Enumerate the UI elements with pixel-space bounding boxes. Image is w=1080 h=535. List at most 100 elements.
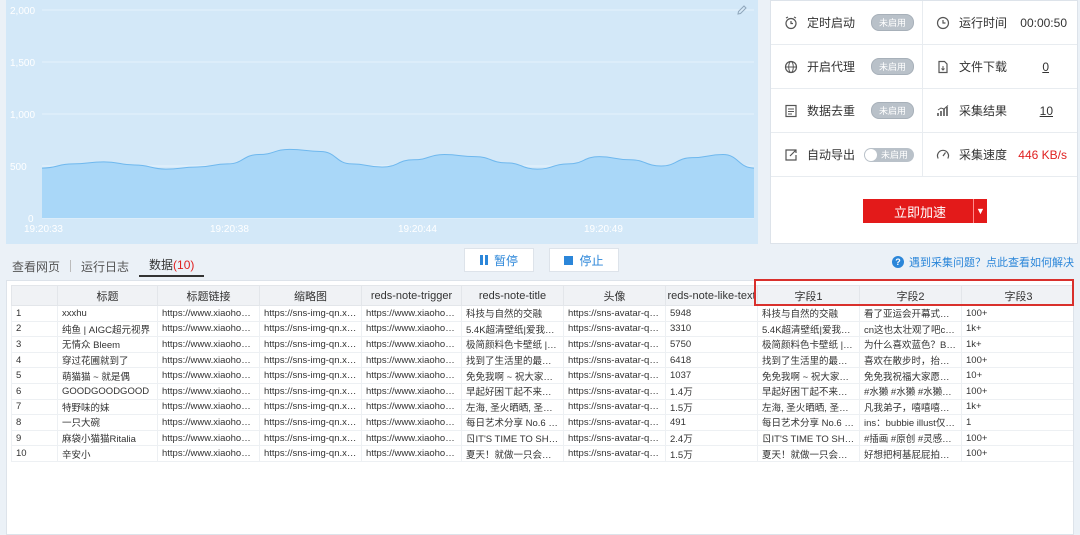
table-cell: https://www.xiaohongsh... [157, 320, 260, 338]
file-download-icon [935, 59, 951, 75]
dedupe-setting[interactable]: 数据去重 未启用 [771, 89, 923, 132]
table-cell: 夏天！就做一只会游泳... [461, 445, 564, 462]
tab-run-log[interactable]: 运行日志 [71, 258, 139, 275]
table-row[interactable]: 8 一只大碗 https://www.xiaohongsh... https://sn… [11, 414, 1073, 431]
pause-button[interactable]: 暂停 [464, 248, 534, 272]
speedometer-icon [935, 147, 951, 163]
runtime-label: 运行时间 [959, 16, 1008, 30]
stop-button[interactable]: 停止 [549, 248, 619, 272]
chevron-down-icon[interactable]: ▼ [973, 199, 987, 223]
table-cell: https://www.xiaohongsh... [157, 382, 260, 400]
table-cell: https://sns-img-qn.xhsc... [259, 414, 362, 431]
table-row[interactable]: 6 GOODGOODGOOD https://www.xiaohongsh... ht… [11, 382, 1073, 400]
x-tick-label: 19:20:44 [398, 224, 437, 235]
timer-status-badge[interactable]: 未启用 [870, 14, 914, 31]
dedupe-label: 数据去重 [807, 104, 856, 118]
column-header[interactable]: 字段2 [859, 285, 962, 306]
column-header[interactable]: 字段3 [961, 285, 1073, 306]
table-cell: 科技与自然的交融 [757, 305, 860, 322]
table-cell: 100+ [961, 429, 1073, 447]
column-header[interactable] [11, 285, 58, 306]
results-label: 采集结果 [959, 104, 1008, 118]
column-header[interactable]: reds-note-title [461, 285, 564, 306]
control-row: 自动导出 未启用 采集速度 446 KB/s [771, 133, 1077, 177]
row-index-cell: 9 [11, 429, 58, 447]
alarm-clock-icon [783, 15, 799, 31]
table-cell: 麻袋小猫猫Ritalia [57, 429, 158, 447]
table-cell: 1.5万 [665, 398, 758, 416]
globe-icon [783, 59, 799, 75]
control-row: 数据去重 未启用 采集结果 10 [771, 89, 1077, 133]
column-header[interactable]: reds-note-like-text [665, 285, 758, 306]
table-cell: https://www.xiaohongsh... [157, 305, 260, 322]
table-cell: 1k+ [961, 320, 1073, 338]
table-cell: 1k+ [961, 336, 1073, 353]
download-count-link[interactable]: 0 [1042, 60, 1049, 74]
table-row[interactable]: 1 xxxhu https://www.xiaohongsh... https://s… [11, 305, 1073, 322]
table-row[interactable]: 10 辛安小 https://www.xiaohongsh... https://sn… [11, 445, 1073, 462]
column-header[interactable]: 字段1 [757, 285, 860, 306]
boost-button[interactable]: 立即加速 [863, 199, 977, 223]
table-cell: https://sns-avatar-qc.xh... [563, 429, 666, 447]
stop-label: 停止 [579, 253, 604, 268]
table-cell: 2.4万 [665, 429, 758, 447]
export-toggle[interactable]: 未启用 [863, 147, 914, 162]
tab-data[interactable]: 数据(10) [139, 256, 205, 277]
table-cell: 一只大碗 [57, 414, 158, 431]
table-row[interactable]: 9 麻袋小猫猫Ritalia https://www.xiaohongsh... ht… [11, 429, 1073, 447]
proxy-label: 开启代理 [807, 60, 856, 74]
table-row[interactable]: 2 纯鱼 | AIGC超元视界 https://www.xiaohongsh... h… [11, 320, 1073, 338]
column-header[interactable]: 标题 [57, 285, 158, 306]
table-row[interactable]: 4 穿过花圃就到了 https://www.xiaohongsh... https:/… [11, 351, 1073, 369]
pause-icon [479, 255, 488, 265]
tab-data-count: (10) [173, 257, 195, 272]
results-count-link[interactable]: 10 [1040, 104, 1053, 118]
table-cell: https://www.xiaohongsh... [157, 336, 260, 353]
bar-chart-icon [935, 103, 951, 119]
list-dedupe-icon [783, 103, 799, 119]
proxy-status-badge[interactable]: 未启用 [870, 58, 914, 75]
table-cell: https://www.xiaohongsh... [157, 367, 260, 384]
proxy-setting[interactable]: 开启代理 未启用 [771, 45, 923, 88]
export-setting[interactable]: 自动导出 未启用 [771, 133, 923, 176]
table-cell: https://www.xiaohongsh... [157, 429, 260, 447]
row-index-cell: 5 [11, 367, 58, 384]
table-cell: https://www.xiaohongsh... [361, 429, 462, 447]
pencil-icon[interactable] [736, 4, 748, 16]
table-cell: cn这也太壮观了吧cncnc... [859, 320, 962, 338]
table-cell: 1k+ [961, 398, 1073, 416]
table-cell: 极简颜料色卡壁纸 | 077... [757, 336, 860, 353]
y-tick-label: 2,000 [10, 6, 36, 17]
help-link[interactable]: ? 遇到采集问题？点此查看如何解决 [892, 254, 1074, 270]
table-cell: 免免我啊 ~ 祝大家中秋... [461, 367, 564, 384]
timer-setting[interactable]: 定时启动 未启用 [771, 1, 923, 44]
table-cell: https://sns-avatar-qc.xh... [563, 382, 666, 400]
table-cell: 找到了生活里的最佳机... [461, 351, 564, 369]
table-row[interactable]: 3 无情众 Bleem https://www.xiaohongsh... https… [11, 336, 1073, 353]
table-cell: 491 [665, 414, 758, 431]
column-header[interactable]: 标题链接 [157, 285, 260, 306]
table-cell: https://sns-img-qn.xhsc... [259, 320, 362, 338]
dedupe-status-badge[interactable]: 未启用 [870, 102, 914, 119]
table-cell: 免免我祝福大家愿月圆... [859, 367, 962, 384]
table-cell: https://www.xiaohongsh... [361, 367, 462, 384]
column-header[interactable]: 头像 [563, 285, 666, 306]
table-cell: https://sns-img-qn.xhsc... [259, 398, 362, 416]
column-header[interactable]: 缩略图 [259, 285, 362, 306]
runtime-value: 00:00:50 [1020, 15, 1067, 30]
stop-icon [564, 255, 574, 265]
table-cell: https://sns-avatar-qc.xh... [563, 398, 666, 416]
row-index-cell: 6 [11, 382, 58, 400]
table-cell: https://sns-img-qn.xhsc... [259, 336, 362, 353]
tab-view-page[interactable]: 查看网页 [12, 258, 70, 275]
table-row[interactable]: 5 萌猫猫 ~ 就是偶 https://www.xiaohongsh... https… [11, 367, 1073, 384]
table-cell: https://www.xiaohongsh... [157, 414, 260, 431]
speed-value: 446 KB/s [1018, 147, 1067, 162]
table-row[interactable]: 7 特野味的妹 https://www.xiaohongsh... https://s… [11, 398, 1073, 416]
x-tick-label: 19:20:49 [584, 224, 623, 235]
table-cell: #水獭 #水獭 #水獭妈妈... [859, 382, 962, 400]
column-header[interactable]: reds-note-trigger [361, 285, 462, 306]
table-cell: https://www.xiaohongsh... [157, 398, 260, 416]
help-text: 遇到采集问题？点此查看如何解决 [909, 257, 1074, 269]
table-cell: 凡我弟子，嘻嘻嘻嘻... [859, 398, 962, 416]
